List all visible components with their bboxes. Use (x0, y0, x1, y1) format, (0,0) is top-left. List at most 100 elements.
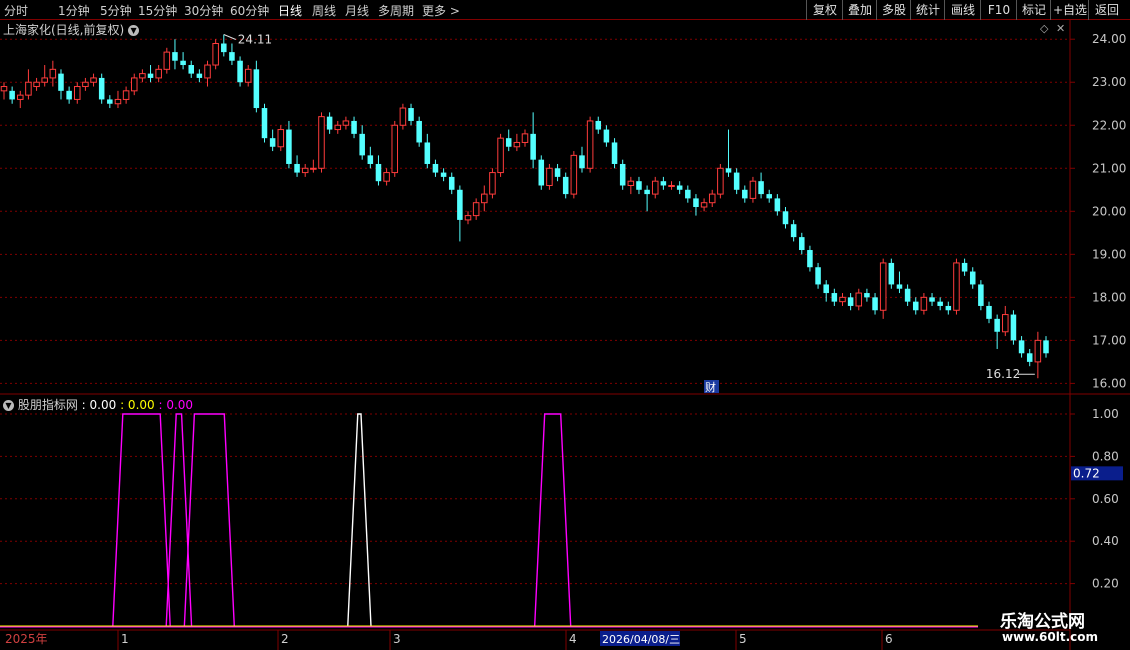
candle-body-down (237, 60, 243, 83)
chevron-down-icon[interactable]: ▼ (3, 400, 14, 411)
candle-body-down (945, 305, 952, 311)
candle-body-up (318, 116, 325, 169)
candle-body-down (685, 189, 691, 199)
indicator-pulse (112, 413, 171, 627)
indicator-tick-label: 0.60 (1092, 492, 1119, 506)
candle-body-up (717, 167, 724, 195)
candle-body-down (896, 284, 903, 289)
candle-body-up (513, 141, 521, 148)
candle-body-down (782, 211, 789, 225)
indicator-pulse (533, 413, 572, 627)
candle-body-down (636, 181, 642, 190)
candle-body-up (855, 292, 863, 307)
watermark-title: 乐淘公式网 (1000, 612, 1085, 632)
cai-marker-label: 财 (705, 380, 716, 394)
candle-body-up (489, 172, 496, 195)
candle-body-down (742, 189, 748, 199)
candle-body-down (1010, 314, 1017, 341)
close-icon[interactable]: ✕ (1056, 22, 1065, 35)
candle-body-up (25, 81, 32, 96)
candle-body-up (244, 68, 252, 83)
candle-body-up (1034, 339, 1042, 363)
candle-body-down (766, 194, 772, 199)
candle-body-down (961, 262, 968, 272)
candle-body-down (188, 65, 195, 74)
candle-body-up (82, 81, 89, 88)
candle-body-down (799, 237, 805, 251)
indicator-value-2: : 0.00 (120, 398, 155, 412)
indicator-tick-label: 0.80 (1092, 449, 1119, 463)
candle-body-down (579, 155, 585, 169)
candle-body-up (399, 107, 407, 126)
diamond-icon[interactable]: ◇ (1040, 22, 1048, 35)
candle-body-up (464, 215, 472, 221)
indicator-pulse (183, 413, 235, 627)
candle-body-down (359, 133, 365, 156)
candle-body-up (163, 51, 171, 70)
candle-body-down (872, 297, 878, 311)
candle-body-down (807, 250, 813, 268)
kline-chart[interactable]: 24.0023.0022.0021.0020.0019.0018.0017.00… (0, 0, 1130, 650)
candle-body-up (700, 202, 708, 208)
indicator-pulse (347, 413, 372, 627)
chevron-down-icon[interactable]: ▼ (128, 25, 140, 36)
candle-body-up (334, 124, 342, 131)
candle-body-down (424, 142, 431, 164)
price-tick-label: 20.00 (1092, 204, 1126, 218)
candle-body-up (0, 86, 8, 92)
low-price-label: 16.12 (986, 367, 1020, 381)
year-label: 2025年 (5, 632, 48, 646)
candle-body-up (668, 184, 675, 187)
candle-body-up (139, 73, 146, 79)
candle-body-down (562, 176, 569, 195)
month-label: 4 (569, 632, 577, 646)
candle-body-up (114, 98, 122, 105)
candle-body-up (391, 124, 399, 174)
candle-body-down (1018, 340, 1025, 354)
candle-body-up (73, 86, 81, 100)
price-tick-label: 19.00 (1092, 247, 1126, 261)
candle-body-down (815, 267, 821, 285)
candle-body-down (180, 60, 186, 66)
candle-body-down (147, 73, 154, 78)
candle-body-up (277, 129, 285, 148)
price-tick-label: 17.00 (1092, 333, 1126, 347)
candle-body-down (229, 52, 235, 61)
candle-body-down (969, 271, 976, 285)
candle-body-up (17, 94, 24, 100)
candle-body-up (546, 167, 553, 186)
candle-body-down (831, 293, 838, 302)
indicator-tick-label: 1.00 (1092, 407, 1119, 421)
month-label: 1 (121, 632, 129, 646)
price-tick-label: 18.00 (1092, 290, 1126, 304)
candle-body-up (310, 167, 317, 170)
candle-body-up (627, 180, 635, 186)
candle-body-down (660, 181, 667, 186)
candle-body-down (351, 120, 357, 134)
watermark-url: www.60lt.com (1002, 630, 1099, 644)
candle-body-up (481, 193, 488, 204)
candle-body-up (570, 154, 578, 195)
price-tick-label: 16.00 (1092, 376, 1126, 390)
candle-body-down (611, 142, 618, 164)
candle-body-down (603, 129, 610, 143)
indicator-value-3: : 0.00 (158, 398, 194, 412)
month-label: 2 (281, 632, 289, 646)
candle-body-down (937, 301, 943, 306)
candle-body-down (676, 185, 683, 190)
candle-body-up (49, 68, 57, 79)
candle-body-down (196, 73, 203, 78)
candle-body-down (912, 301, 919, 311)
month-label: 6 (885, 632, 893, 646)
candle-body-down (644, 189, 650, 195)
candle-body-up (953, 262, 960, 311)
candle-body-down (375, 163, 382, 182)
candle-body-up (33, 81, 40, 88)
candle-body-up (212, 43, 219, 66)
candle-body-down (286, 129, 292, 164)
price-tick-label: 22.00 (1092, 118, 1126, 132)
candle-body-up (155, 68, 162, 79)
candle-body-down (1043, 340, 1049, 354)
candle-body-up (342, 120, 350, 126)
candle-body-down (294, 163, 300, 173)
